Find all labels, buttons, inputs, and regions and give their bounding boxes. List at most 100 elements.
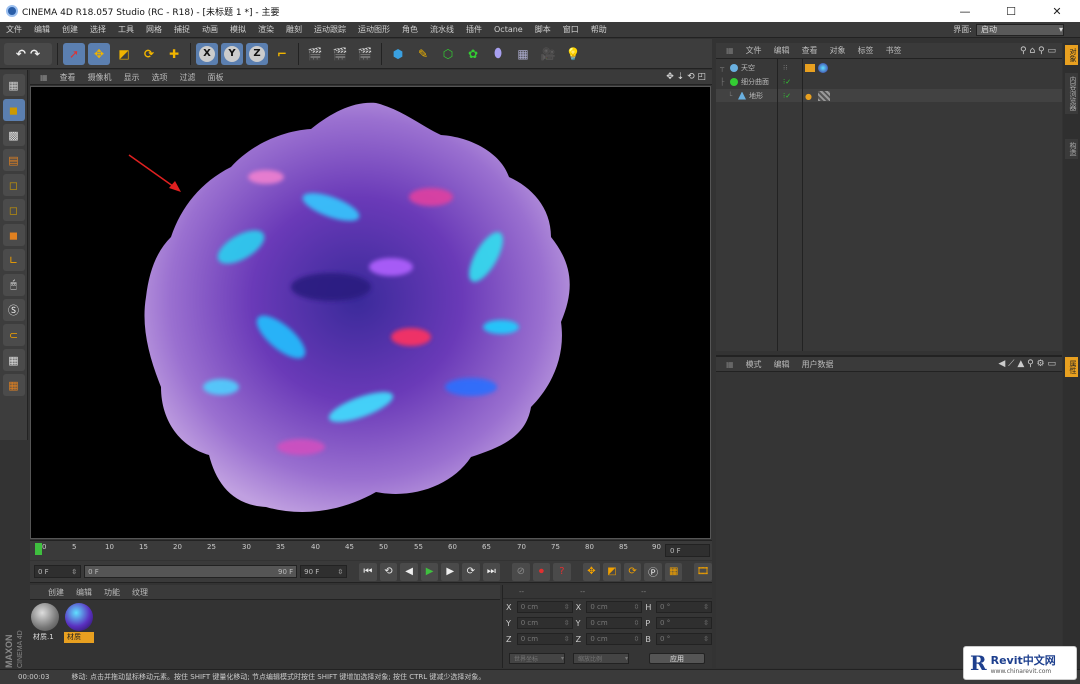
workplane-mode-icon[interactable]: ▤ [2,149,25,171]
deformer-icon[interactable]: ⬮ [487,43,509,65]
workplane-lock-icon[interactable]: ▦ [2,349,25,371]
menu-script[interactable]: 脚本 [529,24,557,35]
light-object-icon[interactable]: 💡 [562,43,584,65]
menu-mograph[interactable]: 运动图形 [352,24,396,35]
apply-button[interactable]: 应用 [649,653,705,664]
menu-select[interactable]: 选择 [84,24,112,35]
material-menu-edit[interactable]: 编辑 [70,587,98,598]
end-frame-field[interactable]: 90 F ⇳ [300,565,348,578]
material-menu-create[interactable]: 创建 [42,587,70,598]
menu-snap[interactable]: 捕捉 [168,24,196,35]
position-x-field[interactable]: 0 cm ⇳ [516,601,573,613]
attribute-nav-icons[interactable]: ◀ ⟋ ▲ ⚲ ⚙ ▭ [998,359,1062,369]
model-mode-icon[interactable]: ◼ [2,99,25,121]
floor-object-icon[interactable]: ▦ [512,43,534,65]
position-y-field[interactable]: 0 cm ⇳ [516,617,573,629]
edges-mode-icon[interactable]: ◻ [2,199,25,221]
viewport-navigation-icons[interactable]: ✥ ⇣ ⟲ ◰ [666,72,712,82]
tab-objects[interactable]: 对象 [1065,45,1078,65]
menu-create[interactable]: 创建 [56,24,84,35]
render-picture-viewer-icon[interactable]: 🎬 [329,43,351,65]
texture-mode-icon[interactable]: ▩ [2,124,25,146]
grid-snap-icon[interactable]: ▦ [2,374,25,396]
current-frame-field[interactable]: 0 F [665,544,710,557]
next-frame-icon[interactable]: ▶ [441,562,459,581]
menu-motion-tracker[interactable]: 运动跟踪 [308,24,352,35]
object-menu-tags[interactable]: 标签 [852,45,880,56]
maximize-button[interactable]: ☐ [988,5,1034,18]
key-scale-icon[interactable]: ◩ [603,562,621,581]
menu-file[interactable]: 文件 [0,24,28,35]
material-swatch[interactable]: 材质.1 [30,602,60,644]
undo-redo-button[interactable]: ↶ ↷ [4,42,52,65]
column-divider[interactable] [777,58,778,351]
viewport-menu-filter[interactable]: 过滤 [174,72,202,83]
tab-structure[interactable]: 构造 [1065,139,1078,159]
polygons-mode-icon[interactable]: ◼ [2,224,25,246]
menu-octane[interactable]: Octane [488,25,529,34]
keyframe-selection-icon[interactable]: ⊘ [512,562,530,581]
render-settings-icon[interactable]: 🎬 [354,43,376,65]
key-position-icon[interactable]: ✥ [582,562,601,581]
menu-edit[interactable]: 编辑 [28,24,56,35]
x-axis-lock-icon[interactable]: X [196,42,218,65]
tab-attributes[interactable]: 属性 [1065,357,1078,377]
subdivision-surface-icon[interactable]: ⬡ [437,43,459,65]
cloner-icon[interactable]: ✿ [462,43,484,65]
column-divider[interactable] [802,58,803,351]
make-editable-icon[interactable]: ▦ [2,74,25,96]
rotation-b-field[interactable]: 0 ° ⇳ [656,633,713,645]
previous-key-icon[interactable]: ⟲ [379,562,398,581]
phong-tag-icon[interactable]: ● [805,92,815,101]
camera-object-icon[interactable]: 🎥 [537,43,559,65]
attribute-menu-user-data[interactable]: 用户数据 [796,359,840,370]
menu-render[interactable]: 渲染 [252,24,280,35]
size-z-field[interactable]: 0 cm ⇳ [586,633,643,645]
menu-mesh[interactable]: 网格 [140,24,168,35]
timeline-playhead[interactable] [35,543,42,555]
close-button[interactable]: ✕ [1034,5,1080,18]
menu-animate[interactable]: 动画 [196,24,224,35]
object-menu-view[interactable]: 查看 [796,45,824,56]
menu-window[interactable]: 窗口 [557,24,585,35]
object-menu-file[interactable]: 文件 [740,45,768,56]
timeline-window-icon[interactable]: 🎞 [694,562,712,581]
object-row-subdivision-surface[interactable]: ├ 细分曲面 ⁝✓ [716,75,1062,88]
scale-tool-icon[interactable]: ◩ [113,43,135,65]
attribute-menu-edit[interactable]: 编辑 [768,359,796,370]
coordinate-system-icon[interactable]: ⌐ [271,43,293,65]
tweak-mode-icon[interactable]: 🖱 [2,274,25,296]
menu-tools[interactable]: 工具 [112,24,140,35]
object-row-landscape[interactable]: └ 地形 ⁝✓ ● [716,89,1062,102]
start-frame-field[interactable]: 0 F ⇳ [34,565,82,578]
cube-object-icon[interactable]: ⬢ [387,43,409,65]
render-view-icon[interactable]: 🎬 [304,43,326,65]
previous-frame-icon[interactable]: ◀ [400,562,418,581]
size-x-field[interactable]: 0 cm ⇳ [586,601,643,613]
key-parameter-icon[interactable]: Ⓟ [644,562,662,581]
preview-range-slider[interactable]: 0 F 90 F [84,565,298,578]
z-axis-lock-icon[interactable]: Z [246,42,268,65]
live-selection-icon[interactable]: ➚ [63,42,85,65]
texture-tag-icon[interactable] [805,63,815,72]
3d-viewport[interactable] [30,86,711,539]
viewport-menu-panel[interactable]: 面板 [202,72,230,83]
viewport-menu-options[interactable]: 选项 [146,72,174,83]
key-rotation-icon[interactable]: ⟳ [623,562,642,581]
play-icon[interactable]: ▶ [420,562,439,581]
points-mode-icon[interactable]: ◻ [2,174,25,196]
pen-spline-icon[interactable]: ✎ [412,43,434,65]
viewport-menu-display[interactable]: 显示 [118,72,146,83]
material-menu-texture[interactable]: 纹理 [126,587,154,598]
key-pla-icon[interactable]: ▦ [664,562,683,581]
coordinate-space-select[interactable]: 世界坐标 ▾ [509,653,565,664]
object-row-sky[interactable]: ┬ 天空 ⁝⁝ [716,61,1062,74]
object-menu-objects[interactable]: 对象 [824,45,852,56]
size-y-field[interactable]: 0 cm ⇳ [586,617,643,629]
viewport-menu-cameras[interactable]: 摄像机 [82,72,118,83]
magnet-icon[interactable]: ⊂ [2,324,25,346]
menu-sculpt[interactable]: 雕刻 [280,24,308,35]
next-key-icon[interactable]: ⟳ [461,562,480,581]
minimize-button[interactable]: — [942,5,988,18]
snap-icon[interactable]: Ⓢ [2,299,25,321]
